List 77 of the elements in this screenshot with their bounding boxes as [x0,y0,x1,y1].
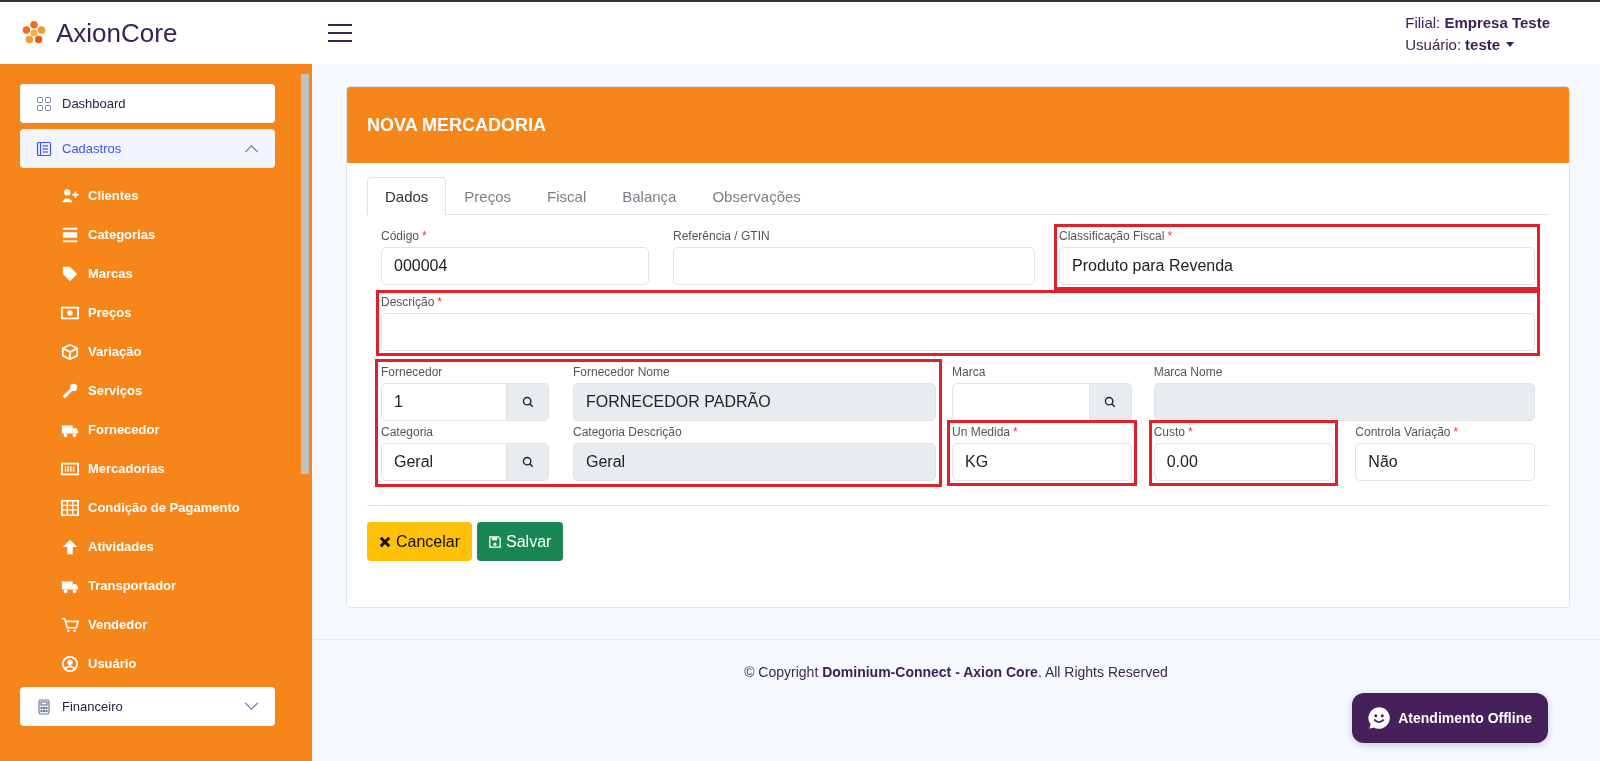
grid-icon [36,95,52,112]
field-label: Controla Variação * [1355,425,1460,440]
submenu-item[interactable]: Fornecedor [60,410,160,449]
submenu-item[interactable]: Clientes [60,176,139,215]
input-field[interactable]: Geral [573,443,936,481]
field-label: Descrição * [381,295,444,310]
search-button[interactable] [507,383,549,421]
user-plus-icon [60,186,80,205]
list-icon [36,140,52,157]
cancel-button[interactable]: Cancelar [367,522,473,561]
input-field[interactable] [381,313,1535,351]
caret-icon [1506,41,1515,47]
input-field[interactable]: 0.00 [1153,443,1334,481]
field-label: Marca Nome [1153,365,1224,380]
input-field[interactable]: FORNECEDOR PADRÃO [573,383,936,421]
search-button[interactable] [1089,383,1132,421]
search-button[interactable] [507,443,549,481]
submenu-item[interactable]: Serviços [60,371,143,410]
search-icon [521,396,534,408]
input-field[interactable]: 000004 [381,247,649,285]
tab[interactable]: Balança [604,177,695,215]
field-label: Custo * [1153,425,1194,440]
arrow-up-icon [60,537,80,556]
submenu-item[interactable]: Preços [60,293,132,332]
field-label: Fornecedor Nome [573,365,671,380]
field-label: Marca [952,365,987,380]
smiling-speech-bubble-icon [1366,705,1393,731]
chat-button[interactable]: Atendimento Offline [1352,693,1548,743]
copyright-text: © Copyright Dominium-Connect - Axion Core. All Rights Reserved [744,664,1168,682]
field-label: Classificação Fiscal * [1059,229,1174,244]
brand-name: AxionCore [56,17,178,49]
tab[interactable]: Fiscal [529,177,605,215]
tab[interactable]: Dados [367,177,447,215]
sidebar-item[interactable]: Cadastros [20,129,275,168]
input-field[interactable] [952,383,1090,421]
tab[interactable]: Observações [694,177,819,215]
calculator-icon [36,698,52,715]
sidebar-item[interactable]: Dashboard [20,84,275,123]
field-label: Categoria [381,425,435,440]
field-label: Referência / GTIN [673,229,771,244]
search-icon [521,456,534,468]
user-menu[interactable]: Usuário: teste [1405,35,1550,53]
branch-text: Filial: Empresa Teste [1405,13,1550,31]
input-field[interactable] [673,247,1035,285]
close-icon [379,535,391,548]
field-label: Fornecedor [381,365,444,380]
save-button[interactable]: Salvar [477,522,564,561]
submenu-item[interactable]: Variação [60,332,142,371]
submenu-item[interactable]: Mercadorias [60,449,165,488]
cube-icon [60,342,80,361]
cart-icon [60,615,80,634]
wrench-icon [60,381,80,400]
input-field[interactable]: KG [952,443,1132,481]
submenu-item[interactable]: Usuário [60,644,137,683]
bars-icon [60,225,80,244]
search-icon [1104,396,1117,408]
submenu-item[interactable]: Condição de Pagamento [60,488,240,527]
submenu-item[interactable]: Vendedor [60,605,148,644]
submenu-item[interactable]: Categorias [60,215,156,254]
submenu-item[interactable]: Atividades [60,527,154,566]
input-field[interactable]: Não [1355,443,1535,481]
submenu-item[interactable]: Transportador [60,566,177,605]
sidebar-item[interactable]: Financeiro [20,687,275,726]
field-label: Categoria Descrição [573,425,683,440]
table-grid-icon [60,498,80,517]
menu-icon[interactable] [328,23,352,43]
field-label: Un Medida * [952,425,1019,440]
input-field[interactable]: Geral [381,443,507,481]
submenu-item[interactable]: Marcas [60,254,133,293]
user-circle-icon [60,654,80,673]
input-field[interactable] [1153,383,1535,421]
card-title: NOVA MERCADORIA [367,114,546,136]
tab[interactable]: Preços [446,177,530,215]
field-label: Código * [381,229,428,244]
tag-icon [60,264,80,283]
input-field[interactable]: Produto para Revenda [1059,247,1535,285]
input-field[interactable]: 1 [381,383,507,421]
